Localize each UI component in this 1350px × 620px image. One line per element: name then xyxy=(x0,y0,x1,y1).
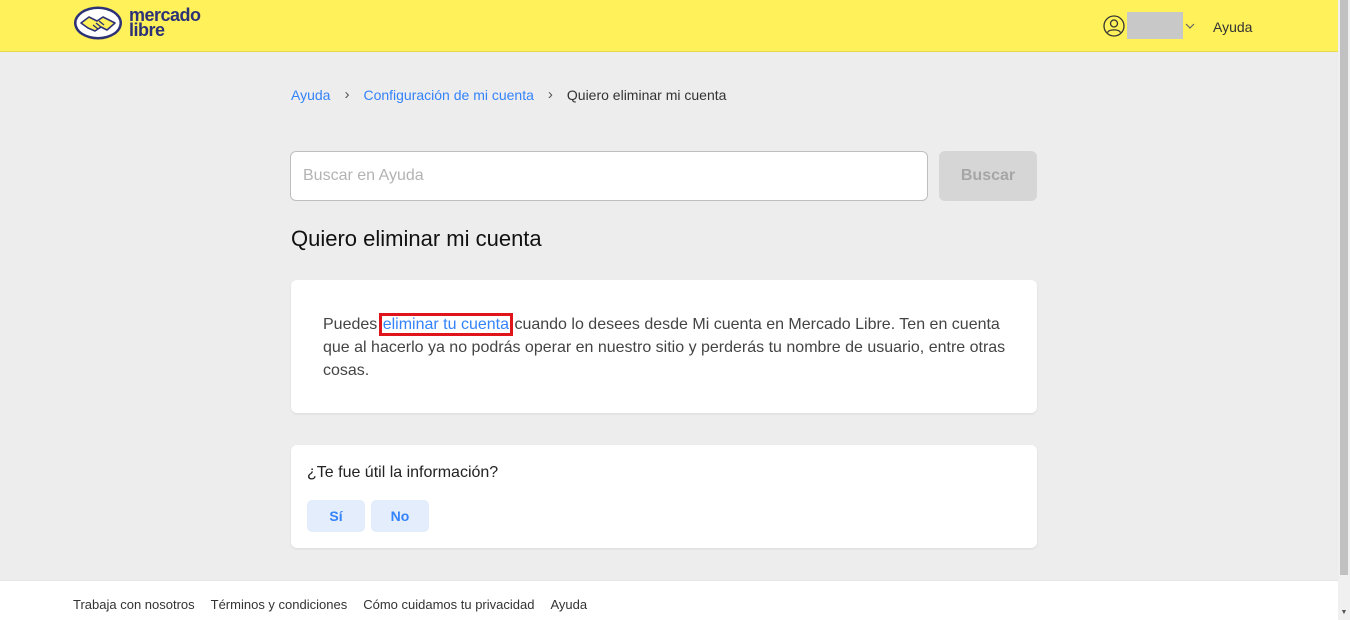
handshake-logo-icon xyxy=(74,6,122,40)
logo-line-2: libre xyxy=(129,20,165,40)
search-input[interactable] xyxy=(290,151,928,201)
delete-account-link[interactable]: eliminar tu cuenta xyxy=(378,313,514,336)
article-body: Puedes eliminar tu cuenta cuando lo dese… xyxy=(323,313,1013,382)
breadcrumb-link-ayuda[interactable]: Ayuda xyxy=(291,87,330,103)
site-header: mercado libre Ayuda xyxy=(0,0,1338,52)
user-name-redacted xyxy=(1127,12,1183,39)
header-help-link[interactable]: Ayuda xyxy=(1213,19,1252,35)
page-scrollbar[interactable]: ▼ xyxy=(1338,0,1350,620)
scrollbar-thumb[interactable] xyxy=(1340,0,1348,575)
footer-links: Trabaja con nosotros Términos y condicio… xyxy=(73,597,603,612)
user-avatar-icon xyxy=(1103,14,1125,37)
footer-link-privacidad[interactable]: Cómo cuidamos tu privacidad xyxy=(363,597,534,612)
chevron-right-icon: › xyxy=(547,86,553,103)
user-menu[interactable] xyxy=(1103,12,1195,39)
feedback-question: ¿Te fue útil la información? xyxy=(307,464,499,481)
footer-link-ayuda[interactable]: Ayuda xyxy=(550,597,587,612)
mercado-libre-logo[interactable]: mercado libre xyxy=(73,5,201,41)
breadcrumb: Ayuda › Configuración de mi cuenta › Qui… xyxy=(291,86,726,103)
site-footer: Trabaja con nosotros Términos y condicio… xyxy=(0,580,1338,620)
feedback-yes-button[interactable]: Sí xyxy=(307,500,365,532)
breadcrumb-link-configuracion[interactable]: Configuración de mi cuenta xyxy=(363,87,533,103)
page-title: Quiero eliminar mi cuenta xyxy=(291,226,542,251)
footer-link-trabaja[interactable]: Trabaja con nosotros xyxy=(73,597,195,612)
article-text-before: Puedes xyxy=(323,316,382,333)
logo-wordmark: mercado libre xyxy=(129,6,201,40)
feedback-card: ¿Te fue útil la información? Sí No xyxy=(291,445,1037,548)
chevron-right-icon: › xyxy=(344,86,350,103)
breadcrumb-current: Quiero eliminar mi cuenta xyxy=(566,86,727,103)
scroll-down-arrow-icon[interactable]: ▼ xyxy=(1340,609,1348,617)
footer-link-terminos[interactable]: Términos y condiciones xyxy=(211,597,348,612)
search-button[interactable]: Buscar xyxy=(939,151,1037,201)
feedback-no-button[interactable]: No xyxy=(371,500,429,532)
article-card: Puedes eliminar tu cuenta cuando lo dese… xyxy=(291,280,1037,413)
chevron-down-icon xyxy=(1185,23,1195,29)
